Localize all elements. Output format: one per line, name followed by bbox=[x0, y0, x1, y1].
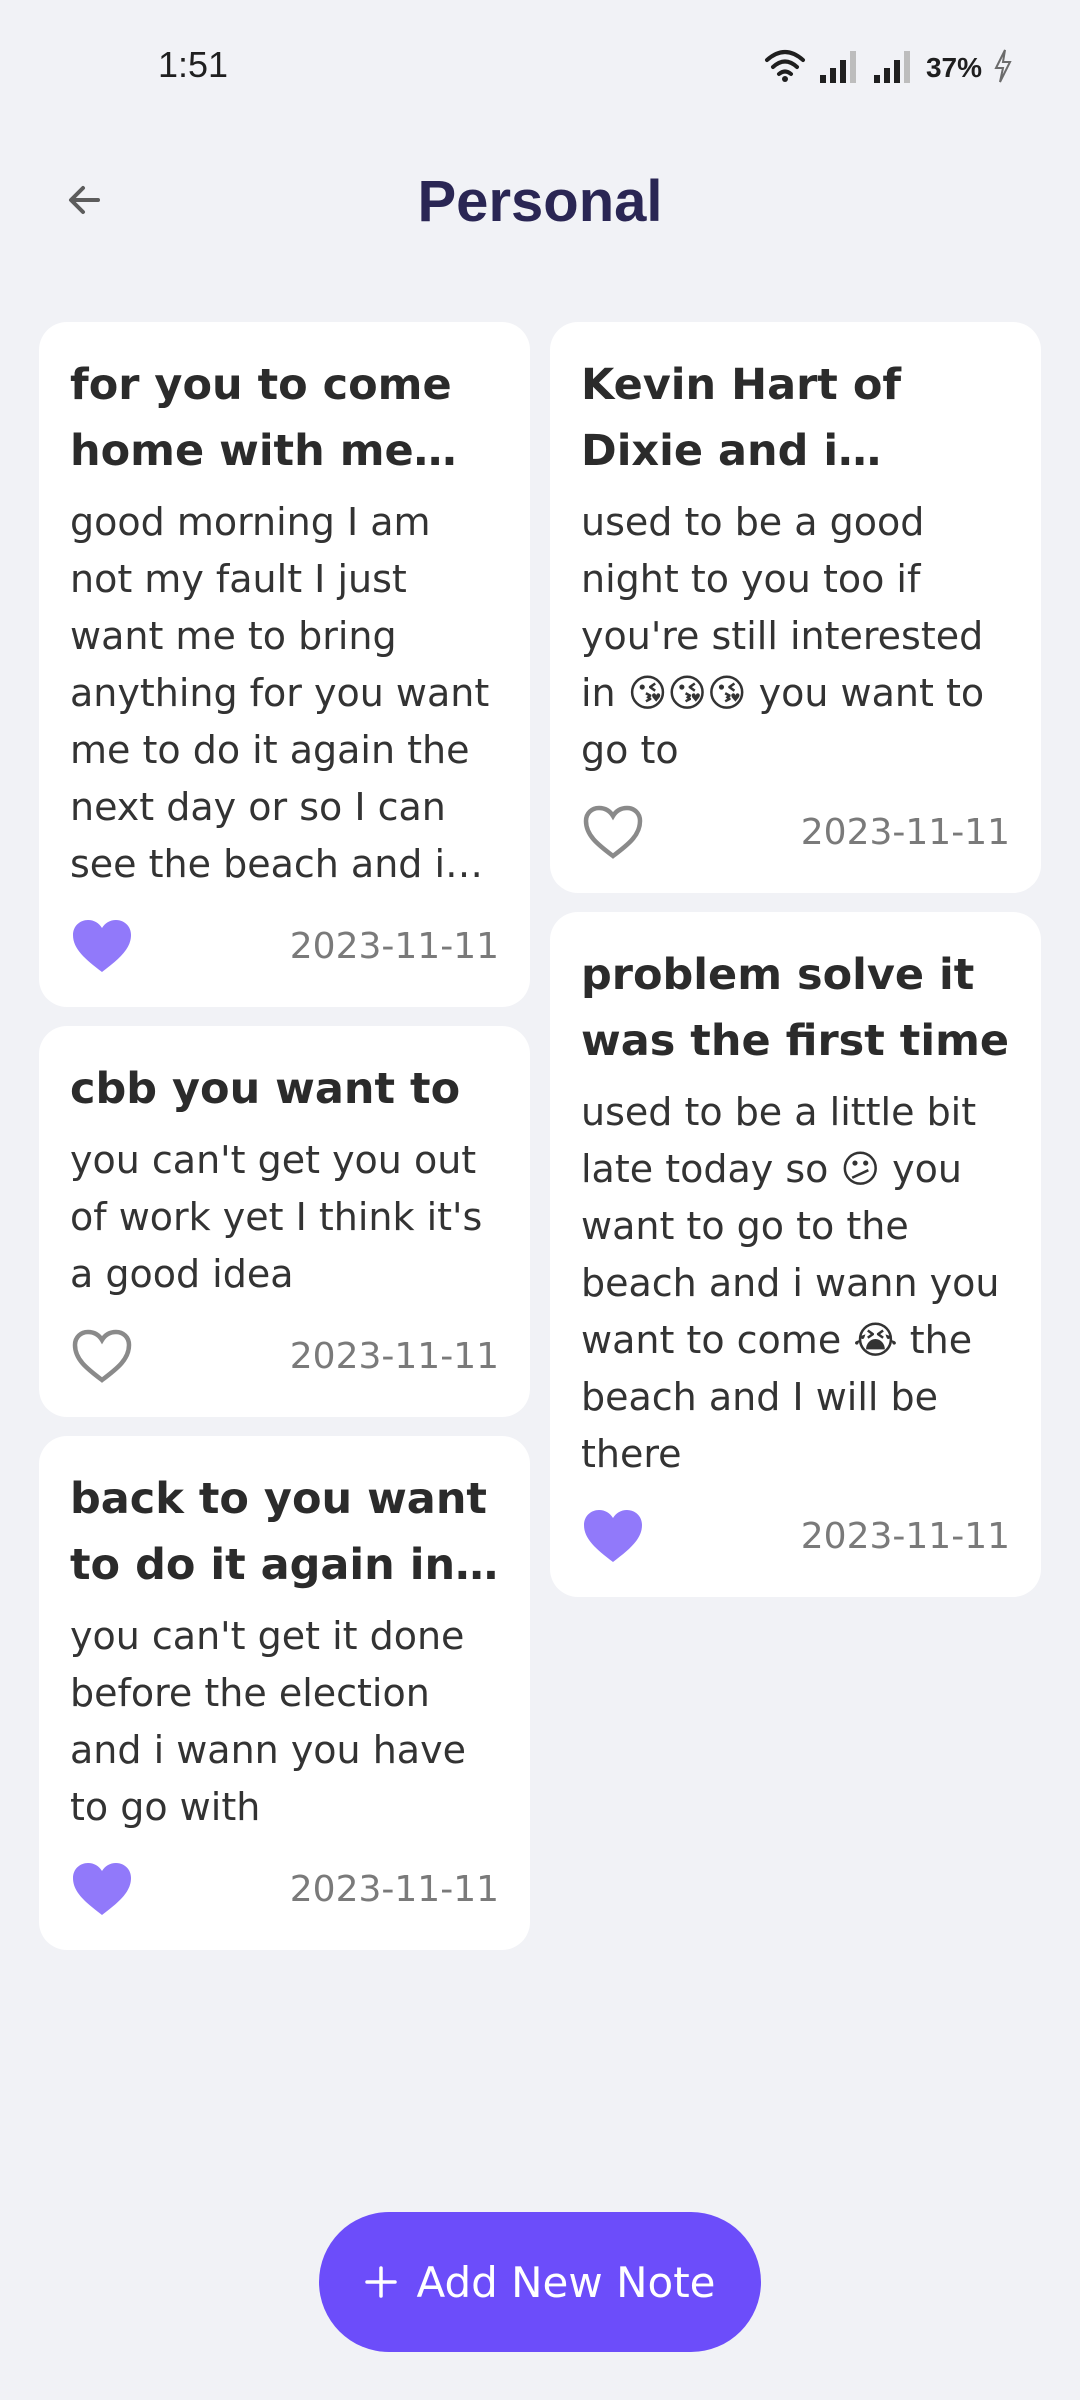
note-card[interactable]: Kevin Hart of Dixie and i wanna go out u… bbox=[550, 322, 1041, 893]
note-card[interactable]: back to you want to do it again in your … bbox=[39, 1436, 530, 1950]
status-bar: 1:51 37% bbox=[0, 0, 1080, 140]
battery-charging-icon bbox=[994, 49, 1012, 87]
note-title: Kevin Hart of Dixie and i wanna go out bbox=[581, 360, 902, 476]
note-title: back to you want to do it again in your bbox=[70, 1474, 487, 1590]
note-body: used to be a little bit late today so 😕 … bbox=[581, 1090, 1000, 1476]
note-date: 2023-11-11 bbox=[289, 925, 499, 967]
note-title: problem solve it was the first time bbox=[581, 950, 1010, 1066]
page-title: Personal bbox=[417, 169, 663, 234]
note-footer: 2023-11-11 bbox=[70, 911, 499, 981]
heart-filled-icon[interactable] bbox=[581, 1504, 645, 1568]
note-date: 2023-11-11 bbox=[800, 1515, 1010, 1557]
battery-percentage: 37% bbox=[925, 52, 982, 83]
heart-filled-icon[interactable] bbox=[70, 1857, 134, 1921]
plus-icon bbox=[364, 2256, 398, 2308]
note-card[interactable]: problem solve it was the first time used… bbox=[550, 912, 1041, 1597]
note-title: cbb you want to bbox=[70, 1064, 461, 1114]
heart-filled-icon[interactable] bbox=[70, 914, 134, 978]
add-new-note-button[interactable]: Add New Note bbox=[319, 2212, 761, 2352]
status-time: 1:51 bbox=[158, 44, 229, 85]
note-body: you can't get you out of work yet I thin… bbox=[70, 1138, 483, 1296]
note-body: used to be a good night to you too if yo… bbox=[581, 500, 985, 772]
heart-outline-icon[interactable] bbox=[581, 800, 645, 864]
add-new-note-label: Add New Note bbox=[416, 2257, 716, 2307]
note-date: 2023-11-11 bbox=[800, 811, 1010, 853]
note-card[interactable]: cbb you want to you can't get you out of… bbox=[39, 1026, 530, 1417]
note-footer: 2023-11-11 bbox=[70, 1321, 499, 1391]
note-card[interactable]: for you to come home with me and good mo… bbox=[39, 322, 530, 1007]
note-date: 2023-11-11 bbox=[289, 1335, 499, 1377]
signal-icon-1 bbox=[818, 49, 860, 87]
note-date: 2023-11-11 bbox=[289, 1868, 499, 1910]
signal-icon-2 bbox=[872, 49, 914, 87]
note-footer: 2023-11-11 bbox=[581, 1501, 1010, 1571]
heart-outline-icon[interactable] bbox=[70, 1324, 134, 1388]
header: Personal bbox=[0, 140, 1080, 260]
wifi-icon bbox=[764, 48, 806, 88]
note-footer: 2023-11-11 bbox=[581, 797, 1010, 867]
note-title: for you to come home with me and bbox=[70, 360, 452, 476]
notes-column-right: Kevin Hart of Dixie and i wanna go out u… bbox=[550, 322, 1041, 1597]
notes-column-left: for you to come home with me and good mo… bbox=[39, 322, 530, 1950]
status-icons: 37% bbox=[764, 48, 1012, 88]
note-body: good morning I am not my fault I just wa… bbox=[70, 500, 490, 886]
note-footer: 2023-11-11 bbox=[70, 1854, 499, 1924]
note-body: you can't get it done before the electio… bbox=[70, 1614, 466, 1829]
